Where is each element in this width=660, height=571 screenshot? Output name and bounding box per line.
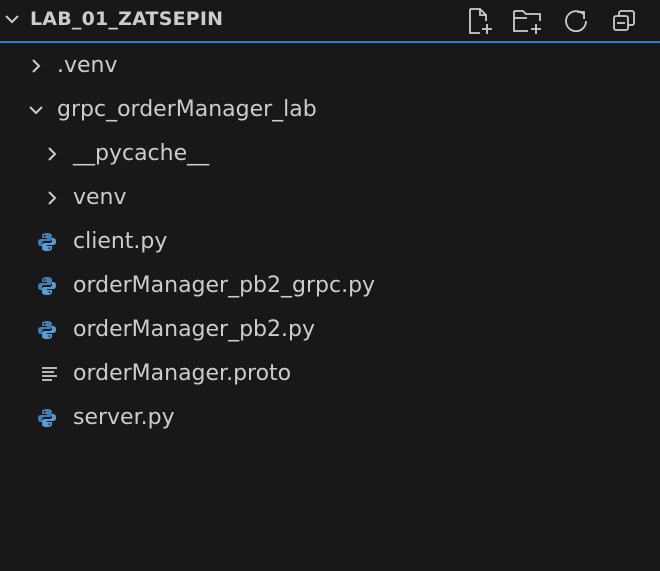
python-file-icon [38,321,56,339]
tree-item-pycache[interactable]: __pycache__ [0,132,660,176]
tree-item-client-py[interactable]: client.py [0,220,660,264]
python-file-icon [38,277,56,295]
new-folder-button[interactable] [512,5,544,37]
chevron-right-icon [48,191,57,205]
new-file-icon [469,8,492,34]
tree-item-ordermanager-pb2-py[interactable]: orderManager_pb2.py [0,308,660,352]
tree-item-label: client.py [73,229,168,254]
chevron-right-icon [32,59,41,73]
chevron-down-icon[interactable] [2,9,22,29]
tree-item-label: orderManager.proto [73,361,292,386]
collapse-all-icon [613,10,635,31]
new-file-button[interactable] [464,5,496,37]
tree-item-label: orderManager_pb2.py [73,317,315,342]
tree-item-venv-hidden[interactable]: .venv [0,44,660,88]
tree-item-label: server.py [73,405,175,430]
collapse-all-button[interactable] [608,5,640,37]
tree-item-venv[interactable]: venv [0,176,660,220]
workspace-title[interactable]: LAB_01_ZATSEPIN [30,7,223,31]
tree-item-label: venv [73,185,127,210]
tree-item-label: grpc_orderManager_lab [57,97,317,122]
tree-item-label: .venv [57,53,118,78]
explorer-actions [464,5,640,37]
refresh-button[interactable] [560,5,592,37]
tree-item-ordermanager-proto[interactable]: orderManager.proto [0,352,660,396]
tree-item-server-py[interactable]: server.py [0,396,660,440]
tree-item-label: __pycache__ [73,141,210,166]
tree-item-grpc-ordermanager-lab[interactable]: grpc_orderManager_lab [0,88,660,132]
explorer-panel: LAB_01_ZATSEPIN .venv grpc_orderManager_… [0,0,660,571]
refresh-icon [565,10,587,33]
python-file-icon [38,409,56,427]
new-folder-icon [513,10,541,34]
chevron-down-icon [29,106,43,115]
text-file-icon [42,367,57,381]
tree-item-ordermanager-pb2-grpc-py[interactable]: orderManager_pb2_grpc.py [0,264,660,308]
python-file-icon [38,233,56,251]
tree-item-label: orderManager_pb2_grpc.py [73,273,376,298]
explorer-header[interactable]: LAB_01_ZATSEPIN [0,0,660,43]
chevron-right-icon [48,147,57,161]
